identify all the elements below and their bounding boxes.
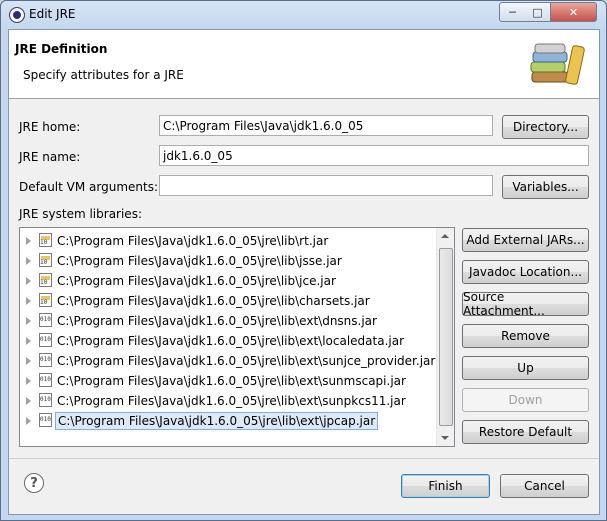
header-title: JRE Definition [15,42,108,56]
header-subtitle: Specify attributes for a JRE [23,68,184,82]
library-path: C:\Program Files\Java\jdk1.6.0_05\jre\li… [57,274,336,288]
expand-arrow-icon[interactable] [26,417,31,425]
footer-separator [9,458,599,459]
remove-button[interactable]: Remove [462,324,589,348]
window-title: Edit JRE [29,7,76,21]
binary-jar-icon: 010 [39,373,52,387]
directory-button[interactable]: Directory... [502,115,589,139]
expand-arrow-icon[interactable] [26,237,31,245]
list-item[interactable]: 10 C:\Program Files\Java\jdk1.6.0_05\jre… [20,251,435,271]
list-item-selected[interactable]: 010 C:\Program Files\Java\jdk1.6.0_05\jr… [20,411,435,431]
libraries-label: JRE system libraries: [19,207,142,221]
down-button[interactable]: Down [462,388,589,412]
jre-name-label: JRE name: [19,150,81,164]
jar-icon: 10 [39,293,52,307]
vm-arguments-label: Default VM arguments: [19,180,159,194]
list-item[interactable]: 010 C:\Program Files\Java\jdk1.6.0_05\jr… [20,371,435,391]
edit-jre-dialog: Edit JRE ─ □ ✕ JRE Definition Specify at… [0,0,607,521]
expand-arrow-icon[interactable] [26,257,31,265]
binary-jar-icon: 010 [39,393,52,407]
library-path: C:\Program Files\Java\jdk1.6.0_05\jre\li… [57,314,377,328]
title-bar[interactable]: Edit JRE ─ □ ✕ [1,1,606,28]
expand-arrow-icon[interactable] [26,357,31,365]
library-path: C:\Program Files\Java\jdk1.6.0_05\jre\li… [57,354,436,368]
expand-arrow-icon[interactable] [26,277,31,285]
binary-jar-icon: 010 [39,353,52,367]
library-path: C:\Program Files\Java\jdk1.6.0_05\jre\li… [57,334,405,348]
jre-libraries-list[interactable]: 10 C:\Program Files\Java\jdk1.6.0_05\jre… [19,227,455,447]
list-item[interactable]: 10 C:\Program Files\Java\jdk1.6.0_05\jre… [20,291,435,311]
jar-icon: 10 [39,253,52,267]
scroll-down-arrow-icon[interactable] [441,436,449,440]
scrollbar-thumb[interactable] [439,248,453,426]
expand-arrow-icon[interactable] [26,317,31,325]
library-path: C:\Program Files\Java\jdk1.6.0_05\jre\li… [57,254,342,268]
minimize-button[interactable]: ─ [499,2,526,22]
list-item[interactable]: 010 C:\Program Files\Java\jdk1.6.0_05\jr… [20,311,435,331]
eclipse-icon [9,7,25,23]
dialog-header: JRE Definition Specify attributes for a … [9,30,599,99]
variables-button[interactable]: Variables... [502,175,589,199]
library-books-icon [530,43,585,85]
library-path: C:\Program Files\Java\jdk1.6.0_05\jre\li… [57,374,406,388]
restore-default-button[interactable]: Restore Default [462,420,589,444]
close-button[interactable]: ✕ [551,2,597,22]
list-item[interactable]: 010 C:\Program Files\Java\jdk1.6.0_05\jr… [20,351,435,371]
vm-arguments-field[interactable] [159,175,493,196]
jre-home-label: JRE home: [19,120,81,134]
jar-icon: 10 [39,233,52,247]
up-button[interactable]: Up [462,356,589,380]
binary-jar-icon: 010 [39,413,52,427]
expand-arrow-icon[interactable] [26,297,31,305]
javadoc-location-button[interactable]: Javadoc Location... [462,260,589,284]
expand-arrow-icon[interactable] [26,377,31,385]
library-path: C:\Program Files\Java\jdk1.6.0_05\jre\li… [57,394,406,408]
list-item[interactable]: 10 C:\Program Files\Java\jdk1.6.0_05\jre… [20,271,435,291]
binary-jar-icon: 010 [39,333,52,347]
vertical-scrollbar[interactable] [436,228,454,446]
jre-home-field[interactable]: C:\Program Files\Java\jdk1.6.0_05 [159,115,493,136]
cancel-button[interactable]: Cancel [500,474,589,498]
finish-button[interactable]: Finish [401,474,490,498]
binary-jar-icon: 010 [39,313,52,327]
add-external-jars-button[interactable]: Add External JARs... [462,228,589,252]
list-item[interactable]: 010 C:\Program Files\Java\jdk1.6.0_05\jr… [20,391,435,411]
jre-name-field[interactable]: jdk1.6.0_05 [159,145,589,166]
source-attachment-button[interactable]: Source Attachment... [462,290,589,318]
library-path: C:\Program Files\Java\jdk1.6.0_05\jre\li… [57,234,329,248]
expand-arrow-icon[interactable] [26,337,31,345]
list-item[interactable]: 010 C:\Program Files\Java\jdk1.6.0_05\jr… [20,331,435,351]
library-path: C:\Program Files\Java\jdk1.6.0_05\jre\li… [55,412,379,430]
maximize-button[interactable]: □ [525,2,551,22]
expand-arrow-icon[interactable] [26,397,31,405]
help-icon[interactable]: ? [24,473,44,493]
jar-icon: 10 [39,273,52,287]
library-path: C:\Program Files\Java\jdk1.6.0_05\jre\li… [57,294,370,308]
list-item[interactable]: 10 C:\Program Files\Java\jdk1.6.0_05\jre… [20,231,435,251]
scroll-up-arrow-icon[interactable] [441,234,449,238]
dialog-body: JRE Definition Specify attributes for a … [8,29,600,515]
